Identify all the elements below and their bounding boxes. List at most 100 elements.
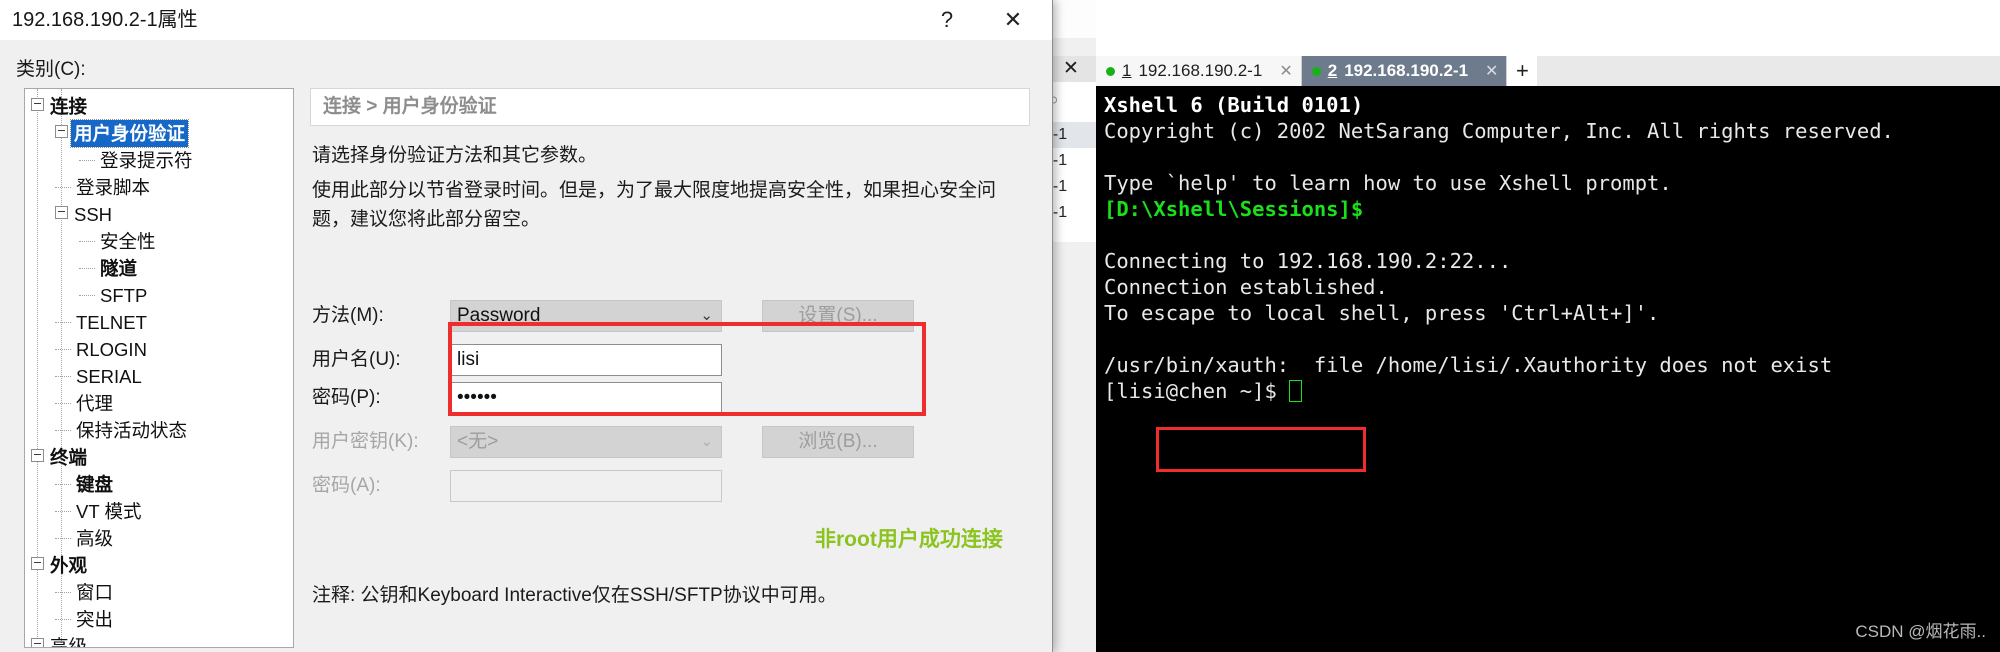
tree-item-5[interactable]: 安全性 [25,228,293,255]
tab-label: 192.168.190.2-1 [1138,61,1263,80]
password-label: 密码(P): [312,387,381,408]
tree-item-14[interactable]: 键盘 [25,471,293,498]
username-label: 用户名(U): [312,349,401,370]
category-tree[interactable]: 连接 用户身份验证 登录提示符登录脚本 SSH 安全性隧道 SFTP TELNET RLOGI… [24,88,294,648]
properties-dialog: 192.168.190.2-1属性 ? ✕ 类别(C): 连接 用户身份验证 登录提… [0,0,1053,652]
collapse-icon[interactable] [31,638,44,647]
terminal-prompt-highlight-box [1156,427,1366,472]
tree-item-15[interactable]: VT 模式 [25,498,293,525]
tree-item-label: SFTP [100,285,148,306]
tree-item-10[interactable]: SERIAL [25,363,293,390]
userkey-browse-button: 浏览(B)... [762,426,914,458]
collapse-icon[interactable] [55,206,68,219]
tree-branch-line [55,619,71,620]
tree-branch-line [55,376,71,377]
tree-branch-line [55,430,71,431]
tree-item-1[interactable]: 用户身份验证 [25,119,293,148]
footnote: 注释: 公钥和Keyboard Interactive仅在SSH/SFTP协议中… [312,585,837,606]
description-line-1: 请选择身份验证方法和其它参数。 [312,145,598,166]
tree-item-11[interactable]: 代理 [25,390,293,417]
tree-item-13[interactable]: 终端 [25,444,293,471]
close-icon[interactable]: ✕ [988,0,1038,40]
close-icon[interactable]: ✕ [1279,61,1292,81]
terminal-line: Copyright (c) 2002 NetSarang Computer, I… [1104,119,1894,143]
tree-item-17[interactable]: 外观 [25,552,293,579]
tree-item-16[interactable]: 高级 [25,525,293,552]
tree-branch-line [55,403,71,404]
tree-item-18[interactable]: 窗口 [25,579,293,606]
tree-item-12[interactable]: 保持活动状态 [25,417,293,444]
tree-branch-line [55,187,71,188]
tree-branch-line [55,322,71,323]
tree-item-label: SERIAL [76,366,142,387]
description-line-2: 使用此部分以节省登录时间。但是，为了最大限度地提高安全性，如果担心安全问题，建议… [312,180,997,230]
tree-item-label: 连接 [50,96,88,117]
category-label: 类别(C): [16,59,86,80]
terminal-line: To escape to local shell, press 'Ctrl+Al… [1104,301,1660,325]
screen: 名称 击左侧的箭头按钮。 ✕ ⌕ 2-13-14-15-1 1192.168.1… [0,0,2000,652]
tree-item-0[interactable]: 连接 [25,93,293,120]
tree-branch-line [55,511,71,512]
tree-item-label: VT 模式 [76,501,142,522]
tree-item-label: 外观 [50,555,88,576]
terminal-prompt-text: [lisi@chen ~]$ [1104,379,1290,403]
tree-branch-line [79,295,95,296]
tree-item-9[interactable]: RLOGIN [25,336,293,363]
terminal-line: Type `help' to learn how to use Xshell p… [1104,171,1672,195]
green-annotation: 非root用户成功连接 [815,528,1003,551]
terminal-line: Xshell 6 (Build 0101) [1104,93,1364,117]
userkey-select: <无> ⌄ [450,426,722,458]
tree-item-2[interactable]: 登录提示符 [25,147,293,174]
tree-branch-line [55,349,71,350]
terminal-pane: 1 192.168.190.2-1 ✕ 2 192.168.190.2-1 ✕ + Xshe… [1096,0,2000,652]
tree-item-4[interactable]: SSH [25,201,293,228]
breadcrumb: 连接 > 用户身份验证 [310,88,1030,126]
csdn-watermark: CSDN @烟花雨.. [1855,622,1986,641]
tree-item-label: 安全性 [100,231,156,252]
tree-item-label: TELNET [76,312,147,333]
session-manager-close-icon[interactable]: ✕ [1060,56,1082,82]
tree-branch-line [55,484,71,485]
collapse-icon[interactable] [55,125,68,138]
tree-item-label: SSH [74,204,113,225]
tree-branch-line [55,592,71,593]
tree-item-3[interactable]: 登录脚本 [25,174,293,201]
userkey-label: 用户密钥(K): [312,431,419,452]
collapse-icon[interactable] [31,557,44,570]
collapse-icon[interactable] [31,98,44,111]
tree-item-label: 终端 [50,447,88,468]
tree-item-20[interactable]: 高级 [25,633,293,648]
tree-branch-line [79,160,95,161]
help-icon[interactable]: ? [925,0,969,40]
terminal-tab-2[interactable]: 2 192.168.190.2-1 ✕ [1301,56,1508,86]
tab-status-dot [1106,66,1115,76]
collapse-icon[interactable] [31,449,44,462]
tab-number: 2 [1327,61,1338,80]
tree-item-label: 窗口 [76,582,114,603]
terminal-line: [D:\Xshell\Sessions]$ [1104,197,1364,221]
dialog-title: 192.168.190.2-1属性 [12,9,198,31]
tree-item-8[interactable]: TELNET [25,309,293,336]
tree-item-7[interactable]: SFTP [25,282,293,309]
terminal-tab-1[interactable]: 1 192.168.190.2-1 ✕ [1096,56,1302,86]
terminal-line: Connecting to 192.168.190.2:22... [1104,249,1512,273]
tree-item-19[interactable]: 突出 [25,606,293,633]
userkey-row: 用户密钥(K): <无> ⌄ 浏览(B)... [310,426,1030,458]
terminal-output[interactable]: Xshell 6 (Build 0101) Copyright (c) 2002 … [1096,86,2000,652]
tree-branch-line [79,268,95,269]
terminal-line: /usr/bin/xauth: file /home/lisi/.Xauthor… [1104,353,1833,377]
close-icon[interactable]: ✕ [1485,61,1498,81]
terminal-prompt: [lisi@chen ~]$ [1104,378,2000,404]
tree-item-label: 登录脚本 [76,177,151,198]
new-tab-button[interactable]: + [1507,56,1538,86]
dialog-titlebar: 192.168.190.2-1属性 ? ✕ [0,0,1052,40]
tree-item-label: 高级 [50,636,88,648]
tree-item-label: 登录提示符 [100,150,193,171]
tree-item-6[interactable]: 隧道 [25,255,293,282]
userkey-select-value: <无> [457,431,499,452]
tree-branch-line [55,538,71,539]
terminal-cursor [1289,380,1303,402]
